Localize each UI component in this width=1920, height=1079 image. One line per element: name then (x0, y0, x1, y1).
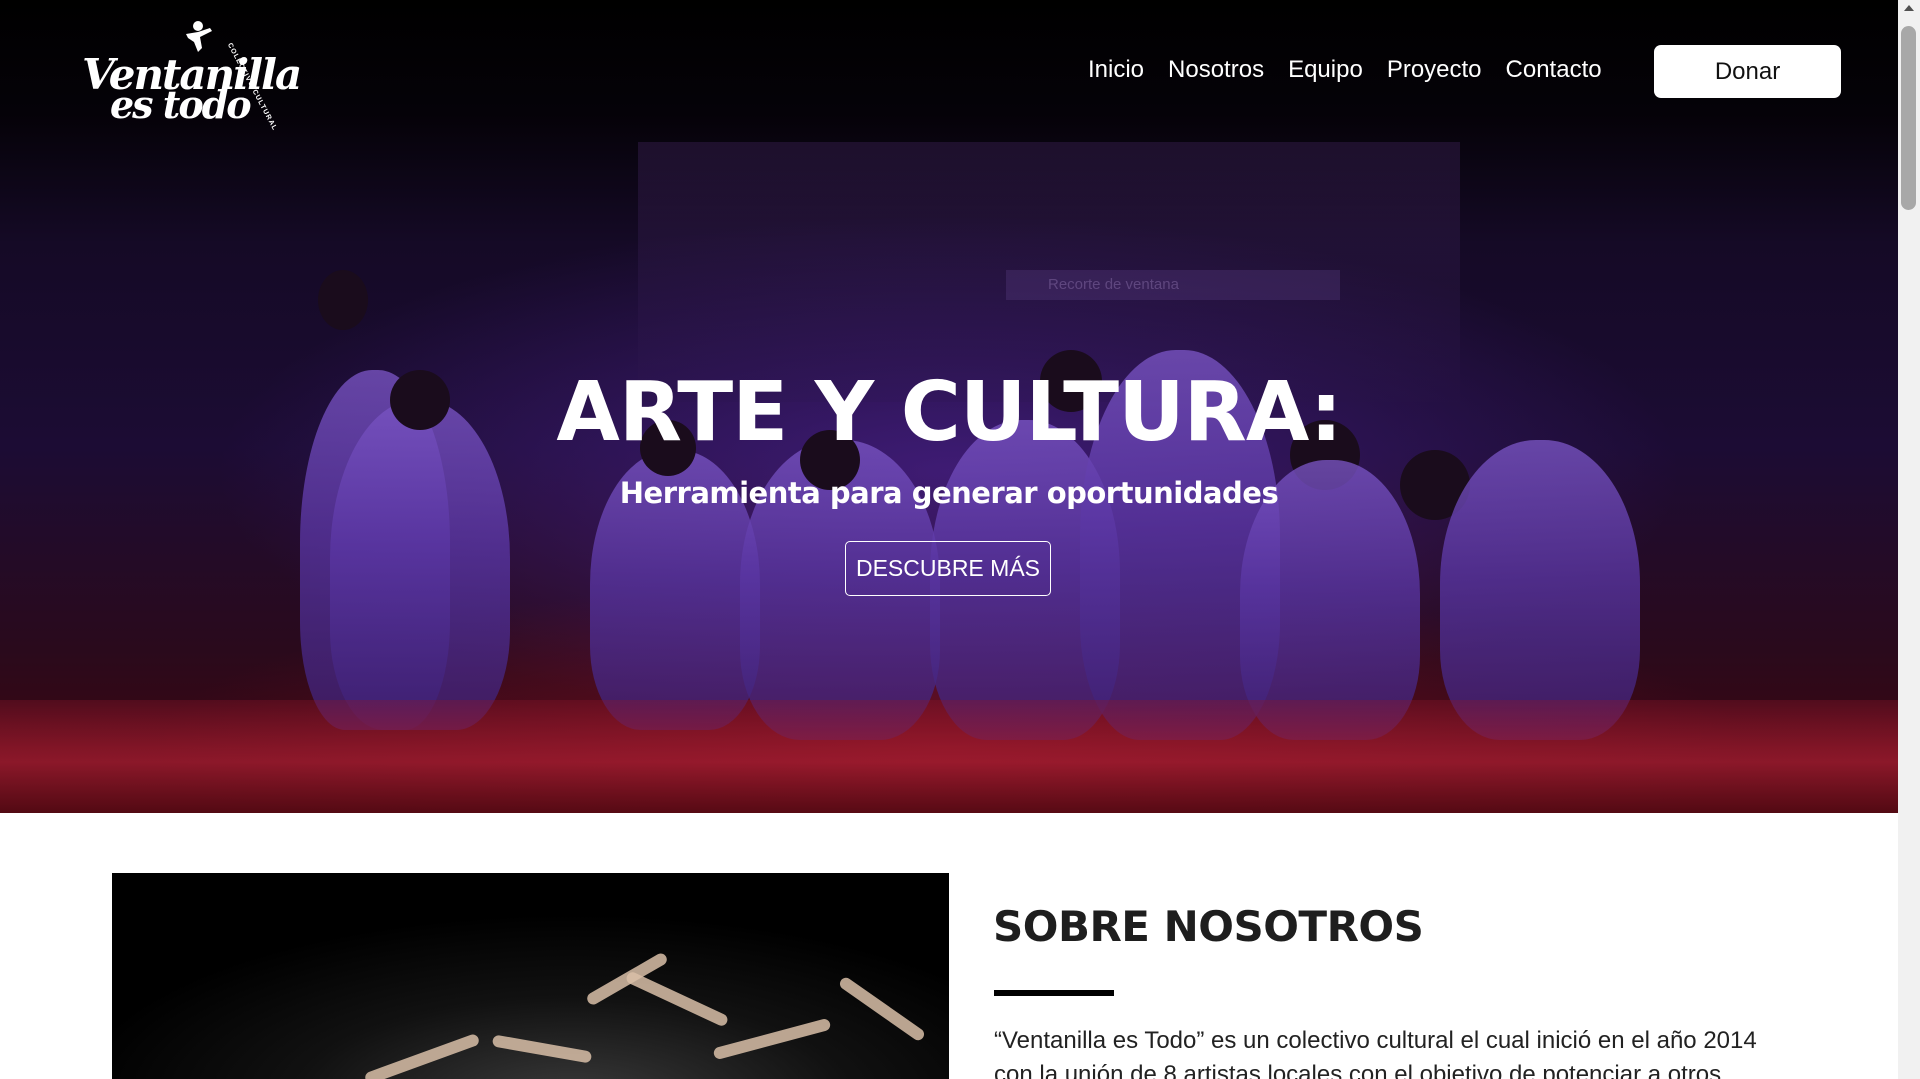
discover-more-button[interactable]: DESCUBRE MÁS (845, 541, 1051, 596)
about-photo (112, 873, 949, 1079)
donate-button[interactable]: Donar (1654, 45, 1841, 98)
nav-item-proyecto[interactable]: Proyecto (1387, 56, 1482, 84)
scroll-up-arrow-icon[interactable] (1904, 5, 1914, 11)
nav-item-nosotros[interactable]: Nosotros (1168, 56, 1264, 84)
nav-item-equipo[interactable]: Equipo (1288, 56, 1363, 84)
about-text-line1: “Ventanilla es Todo” es un colectivo cul… (994, 1027, 1757, 1054)
logo-text-line2: es todo (110, 82, 252, 127)
dancer-figure-icon (186, 21, 212, 52)
nav-item-inicio[interactable]: Inicio (1088, 56, 1144, 84)
about-text-line2: con la unión de 8 artistas locales con e… (994, 1061, 1722, 1079)
scrollbar-thumb[interactable] (1901, 26, 1916, 210)
main-nav: Inicio Nosotros Equipo Proyecto Contacto (1088, 56, 1602, 84)
stage-floor (0, 700, 1898, 813)
about-text: “Ventanilla es Todo” es un colectivo cul… (994, 1024, 1774, 1079)
about-title: SOBRE NOSOTROS (993, 902, 1424, 951)
page-scrollbar[interactable] (1898, 0, 1920, 1079)
site-header: Ventanilla es todo COLECTIVO CULTURAL In… (0, 0, 1898, 142)
about-divider (994, 990, 1114, 996)
stage-caption: Recorte de ventana (1006, 270, 1340, 300)
nav-item-contacto[interactable]: Contacto (1506, 56, 1602, 84)
logo[interactable]: Ventanilla es todo COLECTIVO CULTURAL (82, 20, 302, 132)
hero-title: ARTE Y CULTURA: (556, 365, 1342, 460)
hero-subtitle: Herramienta para generar oportunidades (619, 476, 1279, 510)
